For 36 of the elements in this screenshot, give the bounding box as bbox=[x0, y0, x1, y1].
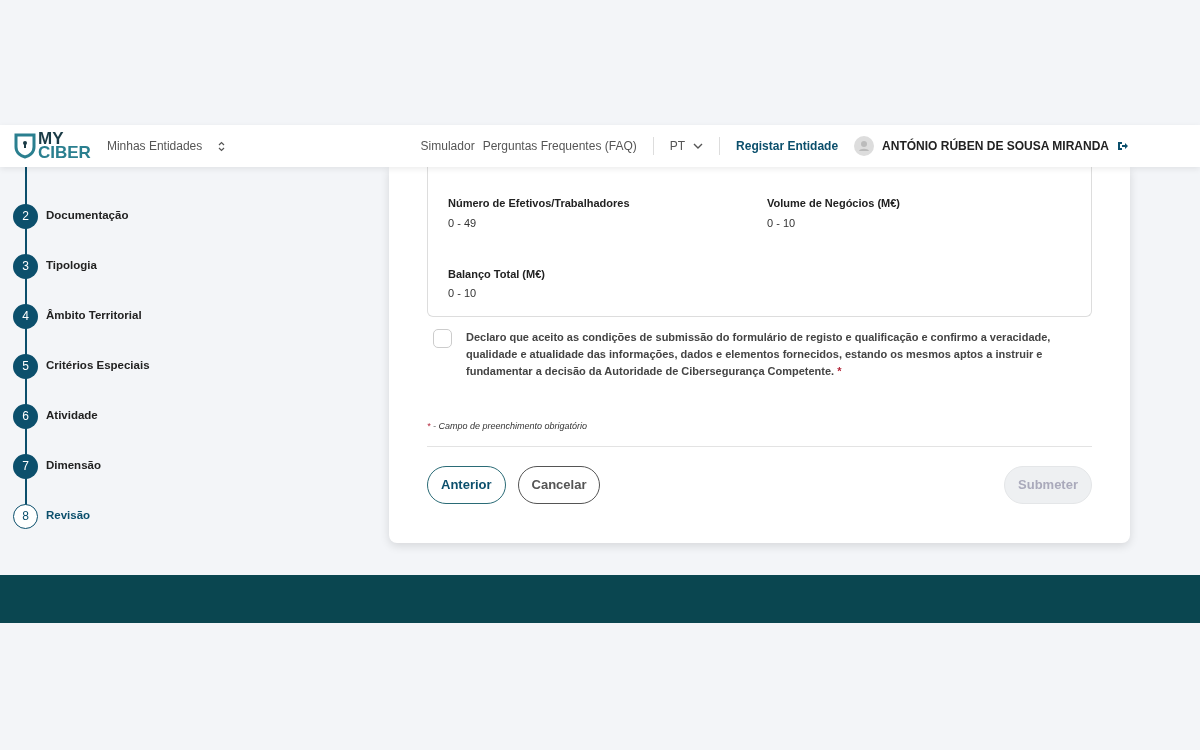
avatar-icon bbox=[854, 136, 875, 156]
declaration-checkbox[interactable] bbox=[433, 329, 452, 348]
field-label: Balanço Total (M€) bbox=[448, 266, 546, 282]
logout-icon[interactable] bbox=[1117, 141, 1128, 151]
cancel-button[interactable]: Cancelar bbox=[517, 465, 601, 504]
field-label: Número de Efetivos/Trabalhadores bbox=[448, 196, 631, 211]
step-number[interactable]: 7 bbox=[13, 453, 38, 479]
user-name: ANTÓNIO RÚBEN DE SOUSA MIRANDA bbox=[882, 137, 1109, 155]
step-number[interactable]: 4 bbox=[13, 303, 38, 329]
step-label[interactable]: Revisão bbox=[46, 507, 91, 525]
register-link[interactable]: Registar Entidade bbox=[736, 137, 839, 155]
step-number[interactable]: 2 bbox=[13, 203, 38, 229]
step-label[interactable]: Atividade bbox=[46, 407, 98, 425]
previous-button[interactable]: Anterior bbox=[427, 465, 506, 504]
step-label[interactable]: Critérios Especiais bbox=[46, 357, 150, 375]
step-label[interactable]: Dimensão bbox=[46, 457, 101, 475]
step-number[interactable]: 6 bbox=[13, 403, 38, 429]
sort-icon bbox=[218, 140, 226, 152]
entity-selector[interactable]: Minhas Entidades bbox=[106, 137, 203, 155]
nav-link[interactable]: Perguntas Frequentes (FAQ) bbox=[482, 137, 637, 155]
step-number[interactable]: 3 bbox=[13, 253, 38, 279]
field-label: Volume de Negócios (M€) bbox=[767, 196, 902, 211]
step-number[interactable]: 8 bbox=[13, 503, 38, 529]
field-value: 0 - 10 bbox=[767, 215, 797, 231]
step-number[interactable]: 5 bbox=[13, 353, 38, 379]
chevron-down-icon bbox=[693, 143, 704, 149]
nav-link[interactable]: Simulador bbox=[420, 137, 475, 155]
declaration-text: Declaro que aceito as condições de submissão do formulário de registo e qualificação e confirmo a veracidade, qualidade e atualidade das informações, dados e elementos fornecidos, estando os mesmos aptos a instruir e fundamentar a decisão da Autoridade de Cibersegurança Competente. * bbox=[466, 330, 1052, 379]
required-field-note: * - Campo de preenchimento obrigatório bbox=[427, 420, 589, 433]
step-label[interactable]: Tipologia bbox=[46, 257, 97, 275]
step-label[interactable]: Documentação bbox=[46, 207, 129, 225]
logo[interactable]: MY CIBER bbox=[14, 132, 91, 160]
language-selector[interactable]: PT bbox=[669, 137, 704, 155]
field-value: 0 - 49 bbox=[448, 215, 478, 231]
field-value: 0 - 10 bbox=[448, 286, 478, 301]
step-label[interactable]: Âmbito Territorial bbox=[46, 307, 142, 325]
